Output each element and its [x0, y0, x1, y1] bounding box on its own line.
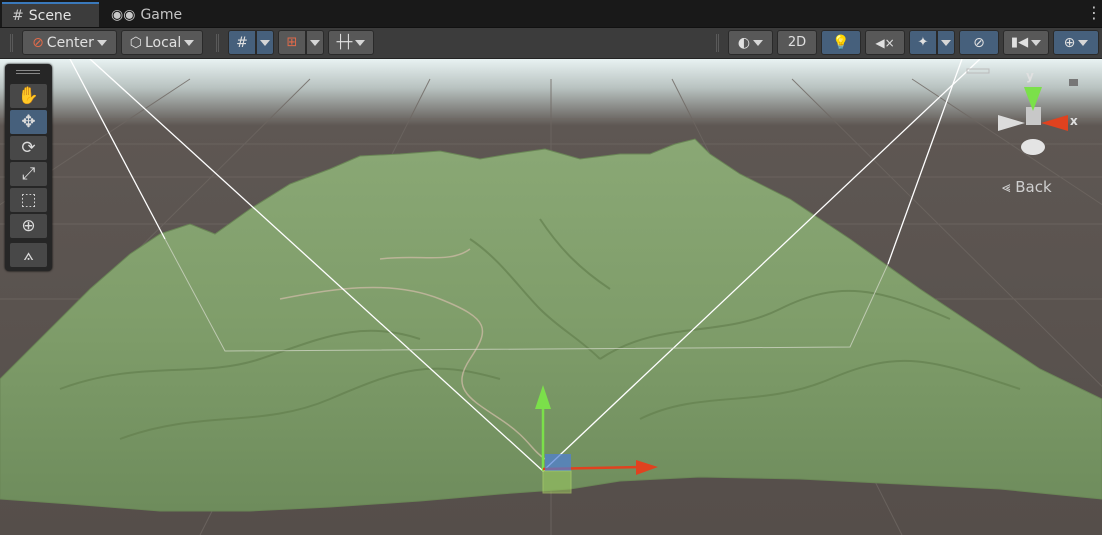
chevron-down-icon	[310, 39, 320, 46]
lighting-toggle[interactable]: 💡	[821, 30, 861, 55]
audio-toggle[interactable]: ◀×	[865, 30, 905, 55]
effects-icon: ✦	[917, 35, 929, 50]
transform-icon: ⊕	[21, 216, 36, 236]
toolbar-grip[interactable]	[716, 34, 719, 52]
rect-icon: ⬚	[20, 190, 37, 210]
scale-tool[interactable]: ⤢	[10, 162, 47, 186]
more-options-icon[interactable]: ⋮	[1086, 4, 1102, 22]
grid-lines-icon: ┼┼	[336, 35, 353, 50]
chevron-down-icon	[260, 39, 270, 46]
mode-2d-label: 2D	[787, 35, 807, 50]
back-arrow-icon: ⪡	[1002, 178, 1011, 196]
tab-game-label: Game	[140, 6, 183, 23]
rotate-tool[interactable]: ⟳	[10, 136, 47, 160]
tab-bar: # Scene ◉◉ Game ⋮	[0, 0, 1102, 28]
gizmos-dropdown[interactable]: ⊕	[1053, 30, 1099, 55]
rect-tool[interactable]: ⬚	[10, 188, 47, 212]
grid-visibility-dropdown[interactable]: ┼┼	[328, 30, 374, 55]
transform-tool[interactable]: ⊕	[10, 214, 47, 238]
pivot-center-icon: ⊘	[32, 34, 44, 51]
chevron-down-icon	[96, 39, 107, 46]
scene-render	[0, 59, 1102, 535]
grid-snap-dropdown[interactable]	[256, 30, 274, 55]
effects-dropdown[interactable]	[937, 30, 955, 55]
tab-scene[interactable]: # Scene	[2, 2, 99, 27]
rotate-icon: ⟳	[21, 138, 36, 158]
chevron-down-icon	[184, 39, 195, 46]
pivot-rotation-label: Local	[144, 34, 182, 51]
shading-sphere-icon: ◐	[737, 34, 751, 51]
cube-icon: ⬡	[129, 34, 142, 51]
chevron-down-icon	[753, 39, 764, 46]
tools-overlay: ✋ ✥ ⟳ ⤢ ⬚ ⊕ ⟑	[5, 64, 52, 271]
grid-snap-toggle[interactable]: #	[228, 30, 256, 55]
gizmo-y-label[interactable]: y	[1026, 69, 1034, 83]
scale-icon: ⤢	[21, 164, 36, 184]
increment-snap-toggle[interactable]: ⊞	[278, 30, 306, 55]
tools-overlay-grip[interactable]	[16, 70, 40, 74]
snap-icon: ⊞	[286, 35, 298, 50]
hand-tool[interactable]: ✋	[10, 84, 47, 108]
effects-toggle[interactable]: ✦	[909, 30, 937, 55]
camera-icon: ▮◀	[1010, 35, 1029, 50]
gamepad-icon: ◉◉	[111, 6, 136, 23]
path-icon: ⟑	[23, 245, 34, 265]
gizmo-globe-icon: ⊕	[1063, 34, 1076, 51]
increment-snap-dropdown[interactable]	[306, 30, 324, 55]
projection-label[interactable]: ⪡ Back	[1002, 178, 1052, 196]
scene-viewport[interactable]: y x	[0, 59, 1102, 535]
move-icon: ✥	[21, 112, 36, 132]
scene-camera-dropdown[interactable]: ▮◀	[1003, 30, 1049, 55]
scene-toolbar: ⊘ Center ⬡ Local # ⊞ ┼┼ ◐ 2D 💡 ◀× ✦ ⊘ ▮◀…	[0, 28, 1102, 59]
pivot-mode-dropdown[interactable]: ⊘ Center	[22, 30, 117, 55]
tab-game[interactable]: ◉◉ Game	[101, 2, 191, 27]
lightbulb-icon: 💡	[832, 34, 850, 51]
chevron-down-icon	[941, 39, 951, 46]
pivot-mode-label: Center	[46, 34, 94, 51]
toolbar-grip[interactable]	[216, 34, 219, 52]
chevron-down-icon	[1031, 39, 1042, 46]
pivot-rotation-dropdown[interactable]: ⬡ Local	[121, 30, 203, 55]
chevron-down-icon	[355, 39, 366, 46]
mode-2d-toggle[interactable]: 2D	[777, 30, 817, 55]
draw-mode-dropdown[interactable]: ◐	[728, 30, 773, 55]
custom-tool[interactable]: ⟑	[10, 243, 47, 267]
hand-icon: ✋	[17, 86, 40, 106]
move-tool[interactable]: ✥	[10, 110, 47, 134]
gizmo-x-label[interactable]: x	[1070, 114, 1078, 128]
tab-scene-label: Scene	[28, 7, 72, 24]
eye-hidden-icon: ⊘	[973, 34, 985, 51]
grid-icon: #	[12, 7, 24, 24]
scene-visibility-toggle[interactable]: ⊘	[959, 30, 999, 55]
chevron-down-icon	[1078, 39, 1089, 46]
audio-mute-icon: ◀×	[875, 35, 895, 50]
grid-snap-icon: #	[236, 34, 248, 51]
toolbar-grip[interactable]	[10, 34, 13, 52]
projection-text: Back	[1015, 178, 1052, 196]
